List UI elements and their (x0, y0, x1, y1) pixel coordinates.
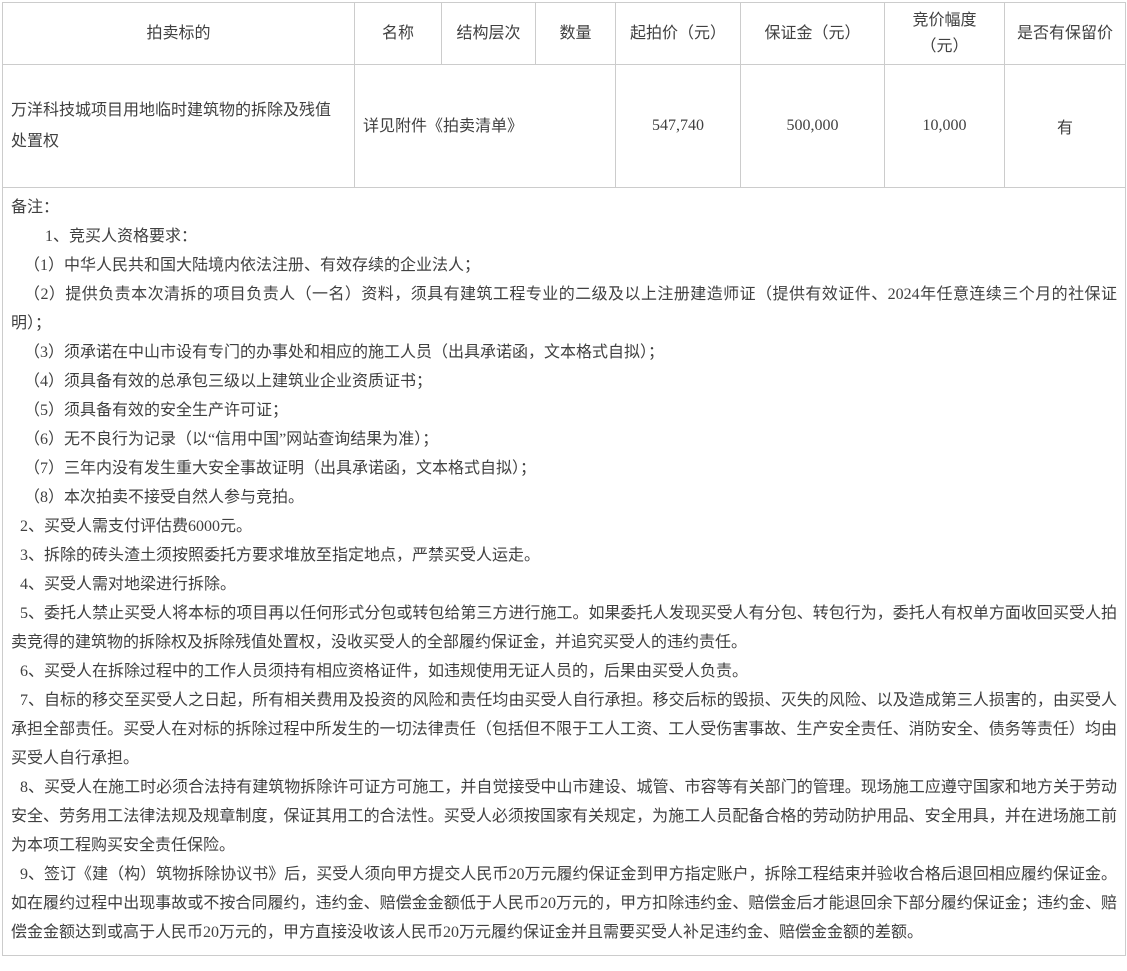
table-header: 拍卖标的 名称 结构层次 数量 起拍价（元） 保证金（元） 竞价幅度 （元） 是… (3, 3, 1126, 65)
col-header-bid-increment: 竞价幅度 （元） (885, 3, 1005, 65)
note-item: 1、竞买人资格要求： (11, 222, 1117, 251)
col-header-starting-price: 起拍价（元） (616, 3, 741, 65)
note-item: （1）中华人民共和国大陆境内依法注册、有效存续的企业法人； (11, 251, 1117, 280)
note-item: 2、买受人需支付评估费6000元。 (11, 512, 1117, 541)
note-item: 6、买受人在拆除过程中的工作人员须持有相应资格证件，如违规使用无证人员的，后果由… (11, 657, 1117, 686)
note-item: （6）无不良行为记录（以“信用中国”网站查询结果为准）； (11, 425, 1117, 454)
note-item: （8）本次拍卖不接受自然人参与竞拍。 (11, 483, 1117, 512)
col-header-bid-increment-line2: （元） (889, 34, 1000, 60)
notes-cell: 备注： 1、竞买人资格要求： （1）中华人民共和国大陆境内依法注册、有效存续的企… (3, 188, 1126, 956)
col-header-name: 名称 (355, 3, 442, 65)
auction-notice-page: { "colors": { "border": "#cccccc", "text… (0, 0, 1127, 971)
lot-name-detail-cell: 详见附件《拍卖清单》 (355, 65, 616, 188)
note-item: 3、拆除的砖头渣土须按照委托方要求堆放至指定地点，严禁买受人运走。 (11, 541, 1117, 570)
col-header-quantity: 数量 (536, 3, 616, 65)
note-item: （2）提供负责本次清拆的项目负责人（一名）资料，须具有建筑工程专业的二级及以上注… (11, 280, 1117, 338)
note-item: （7）三年内没有发生重大安全事故证明（出具承诺函，文本格式自拟）； (11, 454, 1117, 483)
note-item: 8、买受人在施工时必须合法持有建筑物拆除许可证方可施工，并自觉接受中山市建设、城… (11, 773, 1117, 860)
lot-deposit-cell: 500,000 (741, 65, 885, 188)
note-item: 9、签订《建（构）筑物拆除协议书》后，买受人须向甲方提交人民币20万元履约保证金… (11, 860, 1117, 947)
notes-title: 备注： (11, 193, 1117, 222)
notes-row: 备注： 1、竞买人资格要求： （1）中华人民共和国大陆境内依法注册、有效存续的企… (3, 188, 1126, 956)
col-header-reserve-price: 是否有保留价 (1005, 3, 1126, 65)
auction-table: 拍卖标的 名称 结构层次 数量 起拍价（元） 保证金（元） 竞价幅度 （元） 是… (2, 2, 1126, 956)
note-item: （3）须承诺在中山市设有专门的办事处和相应的施工人员（出具承诺函，文本格式自拟）… (11, 338, 1117, 367)
header-row: 拍卖标的 名称 结构层次 数量 起拍价（元） 保证金（元） 竞价幅度 （元） 是… (3, 3, 1126, 65)
col-header-subject: 拍卖标的 (3, 3, 355, 65)
lot-reserve-price-cell: 有 (1005, 65, 1126, 188)
col-header-deposit: 保证金（元） (741, 3, 885, 65)
lot-starting-price-cell: 547,740 (616, 65, 741, 188)
auction-lot-row: 万洋科技城项目用地临时建筑物的拆除及残值处置权 详见附件《拍卖清单》 547,7… (3, 65, 1126, 188)
note-item: 5、委托人禁止买受人将本标的项目再以任何形式分包或转包给第三方进行施工。如果委托… (11, 599, 1117, 657)
col-header-bid-increment-line1: 竞价幅度 (889, 8, 1000, 34)
lot-bid-increment-cell: 10,000 (885, 65, 1005, 188)
note-item: 7、自标的移交至买受人之日起，所有相关费用及投资的风险和责任均由买受人自行承担。… (11, 686, 1117, 773)
note-item: （4）须具备有效的总承包三级以上建筑业企业资质证书； (11, 367, 1117, 396)
note-item: 4、买受人需对地梁进行拆除。 (11, 570, 1117, 599)
col-header-structure: 结构层次 (442, 3, 536, 65)
lot-subject-cell: 万洋科技城项目用地临时建筑物的拆除及残值处置权 (3, 65, 355, 188)
note-item: （5）须具备有效的安全生产许可证； (11, 396, 1117, 425)
